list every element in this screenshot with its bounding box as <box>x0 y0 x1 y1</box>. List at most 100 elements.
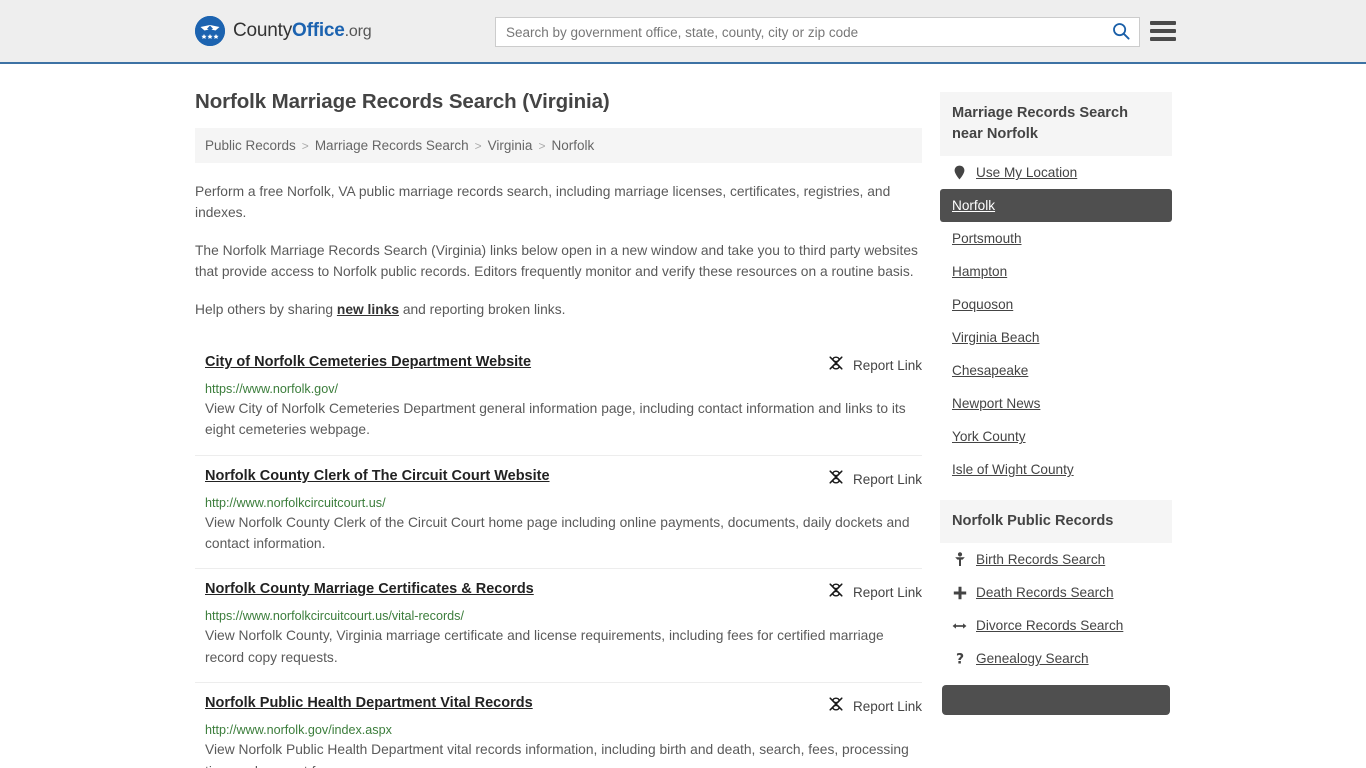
main-content: Norfolk Marriage Records Search (Virgini… <box>195 64 922 768</box>
intro-paragraph-2: The Norfolk Marriage Records Search (Vir… <box>195 242 918 280</box>
help-suffix: and reporting broken links. <box>399 301 566 317</box>
sidebar-item-chesapeake[interactable]: Chesapeake <box>940 354 1172 387</box>
sidebar-public-records-title: Norfolk Public Records <box>940 500 1172 544</box>
search-button[interactable] <box>1103 18 1139 46</box>
sidebar-item-portsmouth[interactable]: Portsmouth <box>940 222 1172 255</box>
sidebar-link-chesapeake[interactable]: Chesapeake <box>952 363 1028 378</box>
site-header: CountyOffice.org <box>0 0 1366 64</box>
intro-paragraph-help: Help others by sharing new links and rep… <box>195 299 922 320</box>
result-title-link[interactable]: City of Norfolk Cemeteries Department We… <box>205 354 531 370</box>
result-description: View Norfolk County, Virginia marriage c… <box>205 628 884 665</box>
report-link-button[interactable]: Report Link <box>828 695 922 717</box>
breadcrumb-item-virginia[interactable]: Virginia <box>488 138 533 153</box>
breadcrumb-separator: > <box>538 138 546 153</box>
question-mark-icon: ? <box>952 651 967 667</box>
breadcrumb-item-public-records[interactable]: Public Records <box>205 138 296 153</box>
baby-icon <box>952 552 967 567</box>
sidebar-item-poquoson[interactable]: Poquoson <box>940 288 1172 321</box>
result-item: Norfolk Public Health Department Vital R… <box>195 682 922 768</box>
site-search <box>495 17 1140 47</box>
breadcrumb: Public Records > Marriage Records Search… <box>195 128 922 163</box>
sidebar-item-death-records-search[interactable]: Death Records Search <box>940 576 1172 609</box>
broken-link-icon <box>828 582 844 603</box>
result-title-link[interactable]: Norfolk Public Health Department Vital R… <box>205 695 533 711</box>
sidebar-item-york-county[interactable]: York County <box>940 420 1172 453</box>
sidebar-link-birth-records-search[interactable]: Birth Records Search <box>976 552 1105 567</box>
report-link-label: Report Link <box>852 585 922 601</box>
new-links-link[interactable]: new links <box>337 302 399 317</box>
site-logo-link[interactable]: CountyOffice.org <box>195 16 372 46</box>
report-link-label: Report Link <box>852 699 922 715</box>
sidebar-link-hampton[interactable]: Hampton <box>952 264 1007 279</box>
breadcrumb-item-norfolk: Norfolk <box>551 138 595 153</box>
sidebar-item-virginia-beach[interactable]: Virginia Beach <box>940 321 1172 354</box>
sidebar-link-virginia-beach[interactable]: Virginia Beach <box>952 330 1039 345</box>
help-prefix: Help others by sharing <box>195 301 337 317</box>
sidebar-link-death-records-search[interactable]: Death Records Search <box>976 585 1114 600</box>
result-item: Norfolk County Clerk of The Circuit Cour… <box>195 454 922 569</box>
page-title: Norfolk Marriage Records Search (Virgini… <box>195 90 610 113</box>
sidebar-public-records-list: Birth Records Search Death Records Searc… <box>940 543 1172 675</box>
result-item: City of Norfolk Cemeteries Department We… <box>195 342 922 455</box>
sidebar-link-use-my-location[interactable]: Use My Location <box>976 165 1077 180</box>
report-link-label: Report Link <box>852 471 922 487</box>
broken-link-icon <box>828 355 844 376</box>
hamburger-bar <box>1150 29 1176 33</box>
result-description: View Norfolk Public Health Department vi… <box>205 742 909 768</box>
result-title-link[interactable]: Norfolk County Clerk of The Circuit Cour… <box>205 468 550 484</box>
site-logo-text: CountyOffice.org <box>233 20 372 42</box>
report-link-button[interactable]: Report Link <box>828 354 922 376</box>
result-url[interactable]: https://www.norfolkcircuitcourt.us/vital… <box>205 609 922 623</box>
sidebar-link-isle-of-wight-county[interactable]: Isle of Wight County <box>952 462 1074 477</box>
map-pin-icon <box>952 165 967 180</box>
sidebar-link-portsmouth[interactable]: Portsmouth <box>952 231 1022 246</box>
intro-paragraph-1: Perform a free Norfolk, VA public marria… <box>195 184 891 221</box>
sidebar-item-genealogy-search[interactable]: ? Genealogy Search <box>940 642 1172 675</box>
result-description: View Norfolk County Clerk of the Circuit… <box>205 514 910 551</box>
sidebar-item-norfolk[interactable]: Norfolk <box>940 189 1172 223</box>
sidebar-link-york-county[interactable]: York County <box>952 429 1026 444</box>
brand-part-org: .org <box>344 23 372 40</box>
broken-link-icon <box>828 469 844 490</box>
sidebar-item-newport-news[interactable]: Newport News <box>940 387 1172 420</box>
sidebar-link-genealogy-search[interactable]: Genealogy Search <box>976 651 1089 666</box>
result-item: Norfolk County Marriage Certificates & R… <box>195 568 922 682</box>
sidebar-item-hampton[interactable]: Hampton <box>940 255 1172 288</box>
result-url[interactable]: http://www.norfolkcircuitcourt.us/ <box>205 496 922 510</box>
result-description: View City of Norfolk Cemeteries Departme… <box>205 400 906 438</box>
result-url[interactable]: https://www.norfolk.gov/ <box>205 382 922 396</box>
hamburger-bar <box>1150 21 1176 25</box>
sidebar-item-isle-of-wight-county[interactable]: Isle of Wight County <box>940 453 1172 486</box>
eagle-stars-logo-icon <box>195 16 225 46</box>
sidebar-cta-bar[interactable] <box>942 685 1170 716</box>
broken-link-icon <box>828 696 844 717</box>
report-link-label: Report Link <box>852 357 922 373</box>
sidebar: Marriage Records Search near Norfolk Use… <box>940 92 1172 716</box>
sidebar-item-birth-records-search[interactable]: Birth Records Search <box>940 543 1172 576</box>
sidebar-item-divorce-records-search[interactable]: Divorce Records Search <box>940 609 1172 642</box>
sidebar-link-norfolk[interactable]: Norfolk <box>952 198 995 213</box>
intro-text: Perform a free Norfolk, VA public marria… <box>195 181 922 320</box>
search-input[interactable] <box>496 18 1103 46</box>
result-title-link[interactable]: Norfolk County Marriage Certificates & R… <box>205 581 534 597</box>
sidebar-link-divorce-records-search[interactable]: Divorce Records Search <box>976 618 1123 633</box>
result-url[interactable]: http://www.norfolk.gov/index.aspx <box>205 723 922 737</box>
breadcrumb-separator: > <box>474 138 482 153</box>
report-link-button[interactable]: Report Link <box>828 468 922 490</box>
hamburger-bar <box>1150 37 1176 41</box>
breadcrumb-item-marriage-records-search[interactable]: Marriage Records Search <box>315 138 469 153</box>
split-arrow-icon <box>952 620 967 632</box>
sidebar-link-newport-news[interactable]: Newport News <box>952 396 1040 411</box>
report-link-button[interactable]: Report Link <box>828 581 922 603</box>
search-icon <box>1112 22 1130 43</box>
page-body: Norfolk Marriage Records Search (Virgini… <box>0 64 1366 768</box>
brand-part-county: County <box>233 20 293 41</box>
brand-part-office: Office <box>292 20 345 41</box>
sidebar-nearby-title: Marriage Records Search near Norfolk <box>940 92 1172 157</box>
sidebar-item-use-my-location[interactable]: Use My Location <box>940 156 1172 189</box>
sidebar-link-poquoson[interactable]: Poquoson <box>952 297 1013 312</box>
sidebar-nearby-list: Use My Location Norfolk Portsmouth Hampt… <box>940 156 1172 486</box>
hamburger-menu-icon[interactable] <box>1150 21 1176 41</box>
svg-text:?: ? <box>955 652 963 667</box>
